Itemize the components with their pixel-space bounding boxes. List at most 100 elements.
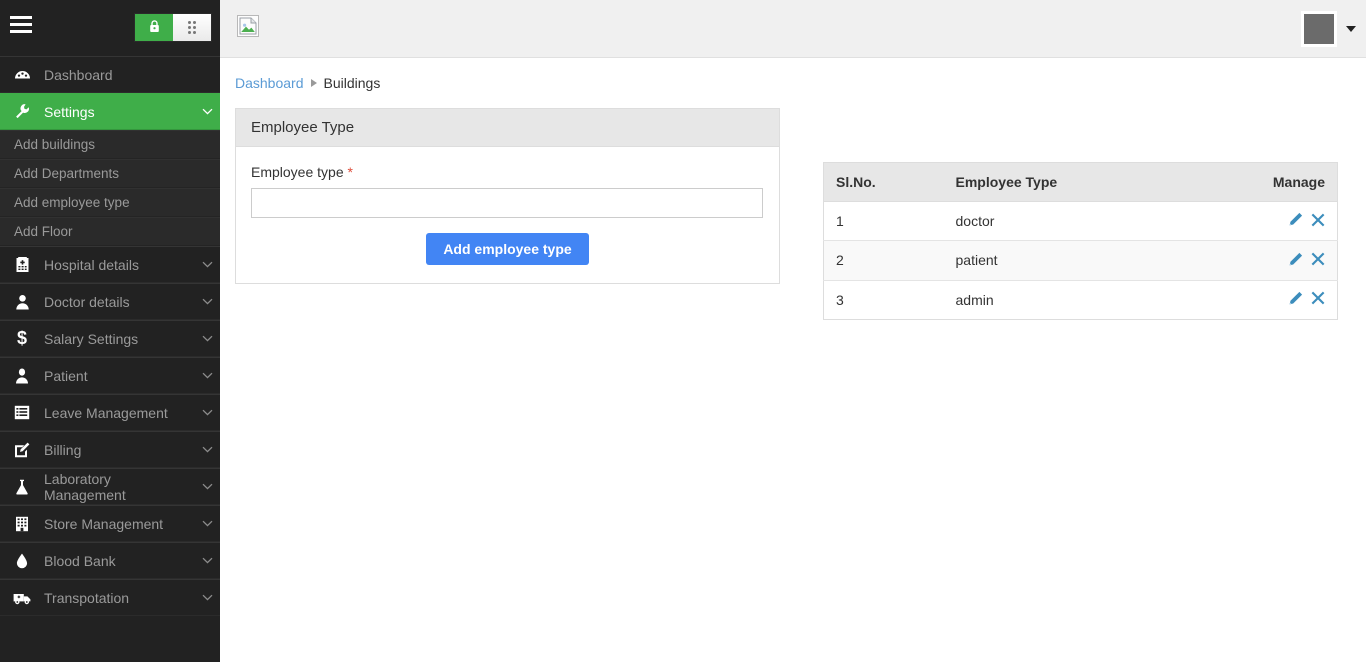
lock-toggle-button[interactable] [135,14,173,41]
chevron-down-icon [194,592,220,604]
panel-actions: Add employee type [251,233,764,265]
sidebar-subitem-label: Add Departments [14,166,119,181]
table-row: 1 doctor [824,202,1338,241]
sidebar-subitem-add-employee-type[interactable]: Add employee type [0,188,220,217]
user-md-icon [0,294,44,310]
sidebar: Dashboard Settings Add buildings Add Dep… [0,0,220,662]
chevron-down-icon [194,106,220,118]
sidebar-item-doctor-details[interactable]: Doctor details [0,283,220,320]
ambulance-icon [0,591,44,605]
cell-slno: 2 [824,241,944,280]
sidebar-item-hospital-details[interactable]: Hospital details [0,246,220,283]
hospital-icon [0,257,44,273]
sidebar-item-store-management[interactable]: Store Management [0,505,220,542]
chevron-down-icon [194,555,220,567]
employee-type-input[interactable] [251,188,763,218]
employee-type-panel: Employee Type Employee type * Add employ… [235,108,780,284]
caret-right-icon [311,79,317,87]
chevron-down-icon [194,444,220,456]
sidebar-item-label: Salary Settings [44,331,194,347]
table-header-row: Sl.No. Employee Type Manage [824,163,1338,202]
sidebar-item-dashboard[interactable]: Dashboard [0,56,220,93]
sidebar-item-label: Patient [44,368,194,384]
column-header-slno: Sl.No. [824,163,944,202]
column-header-manage: Manage [1238,163,1338,202]
cell-employee-type: patient [944,241,1238,280]
employee-type-label-text: Employee type [251,164,344,180]
chevron-down-icon [194,370,220,382]
chevron-down-icon [194,518,220,530]
sidebar-subitem-add-buildings[interactable]: Add buildings [0,130,220,159]
table-row: 2 patient [824,241,1338,280]
dollar-icon: $ [0,328,44,349]
table-head: Sl.No. Employee Type Manage [824,163,1338,202]
required-marker: * [348,164,353,180]
sidebar-item-label: Hospital details [44,257,194,273]
delete-icon[interactable] [1311,252,1325,269]
edit-icon[interactable] [1288,252,1303,270]
cell-employee-type: doctor [944,202,1238,241]
sidebar-item-label: Billing [44,442,194,458]
cell-manage [1238,280,1338,319]
dots-grid-icon [188,21,196,34]
sidebar-subitem-label: Add employee type [14,195,130,210]
avatar [1301,11,1337,47]
user-icon [0,368,44,384]
panel-body: Employee type * Add employee type [236,147,779,283]
lock-icon [149,20,160,35]
cell-slno: 3 [824,280,944,319]
sidebar-subitem-add-floor[interactable]: Add Floor [0,217,220,246]
breadcrumb-link-dashboard[interactable]: Dashboard [235,75,304,91]
sidebar-item-leave-management[interactable]: Leave Management [0,394,220,431]
sidebar-item-label: Dashboard [44,67,220,83]
breadcrumb: Dashboard Buildings [235,75,380,91]
main-content: Dashboard Buildings Employee Type Employ… [220,59,1366,662]
edit-icon[interactable] [1288,291,1303,309]
sidebar-subitem-label: Add Floor [14,224,73,239]
wrench-icon [0,103,44,120]
column-header-employee-type: Employee Type [944,163,1238,202]
flask-icon [0,479,44,495]
broken-image-icon[interactable] [237,15,259,37]
sidebar-item-laboratory-management[interactable]: Laboratory Management [0,468,220,505]
user-menu[interactable] [1301,11,1356,47]
sidebar-toggle-group [134,13,212,42]
add-employee-type-button[interactable]: Add employee type [426,233,588,265]
hamburger-menu-icon[interactable] [10,16,32,34]
employee-type-label: Employee type * [251,164,764,180]
employee-type-table: Sl.No. Employee Type Manage 1 doctor [823,162,1338,320]
sidebar-item-transpotation[interactable]: Transpotation [0,579,220,616]
sidebar-subitem-add-departments[interactable]: Add Departments [0,159,220,188]
delete-icon[interactable] [1311,213,1325,230]
edit-icon [0,442,44,458]
sidebar-item-patient[interactable]: Patient [0,357,220,394]
sidebar-item-label: Doctor details [44,294,194,310]
sidebar-subitem-label: Add buildings [14,137,95,152]
cell-manage [1238,241,1338,280]
sidebar-item-settings[interactable]: Settings [0,93,220,130]
chevron-down-icon [194,259,220,271]
edit-icon[interactable] [1288,212,1303,230]
tint-icon [0,553,44,569]
sidebar-item-label: Transpotation [44,590,194,606]
chevron-down-icon [194,481,220,493]
grid-toggle-button[interactable] [173,14,211,41]
caret-down-icon[interactable] [1346,26,1356,32]
sidebar-item-billing[interactable]: Billing [0,431,220,468]
delete-icon[interactable] [1311,291,1325,308]
cell-manage [1238,202,1338,241]
sidebar-header [0,0,220,56]
breadcrumb-current: Buildings [324,75,381,91]
sidebar-item-label: Store Management [44,516,194,532]
sidebar-item-label: Blood Bank [44,553,194,569]
sidebar-item-label: Laboratory Management [44,471,194,503]
cell-employee-type: admin [944,280,1238,319]
table-row: 3 admin [824,280,1338,319]
sidebar-item-blood-bank[interactable]: Blood Bank [0,542,220,579]
hamburger-bar [10,30,32,33]
chevron-down-icon [194,407,220,419]
sidebar-item-salary-settings[interactable]: $ Salary Settings [0,320,220,357]
table-body: 1 doctor 2 [824,202,1338,320]
chevron-down-icon [194,333,220,345]
dashboard-icon [0,66,44,83]
